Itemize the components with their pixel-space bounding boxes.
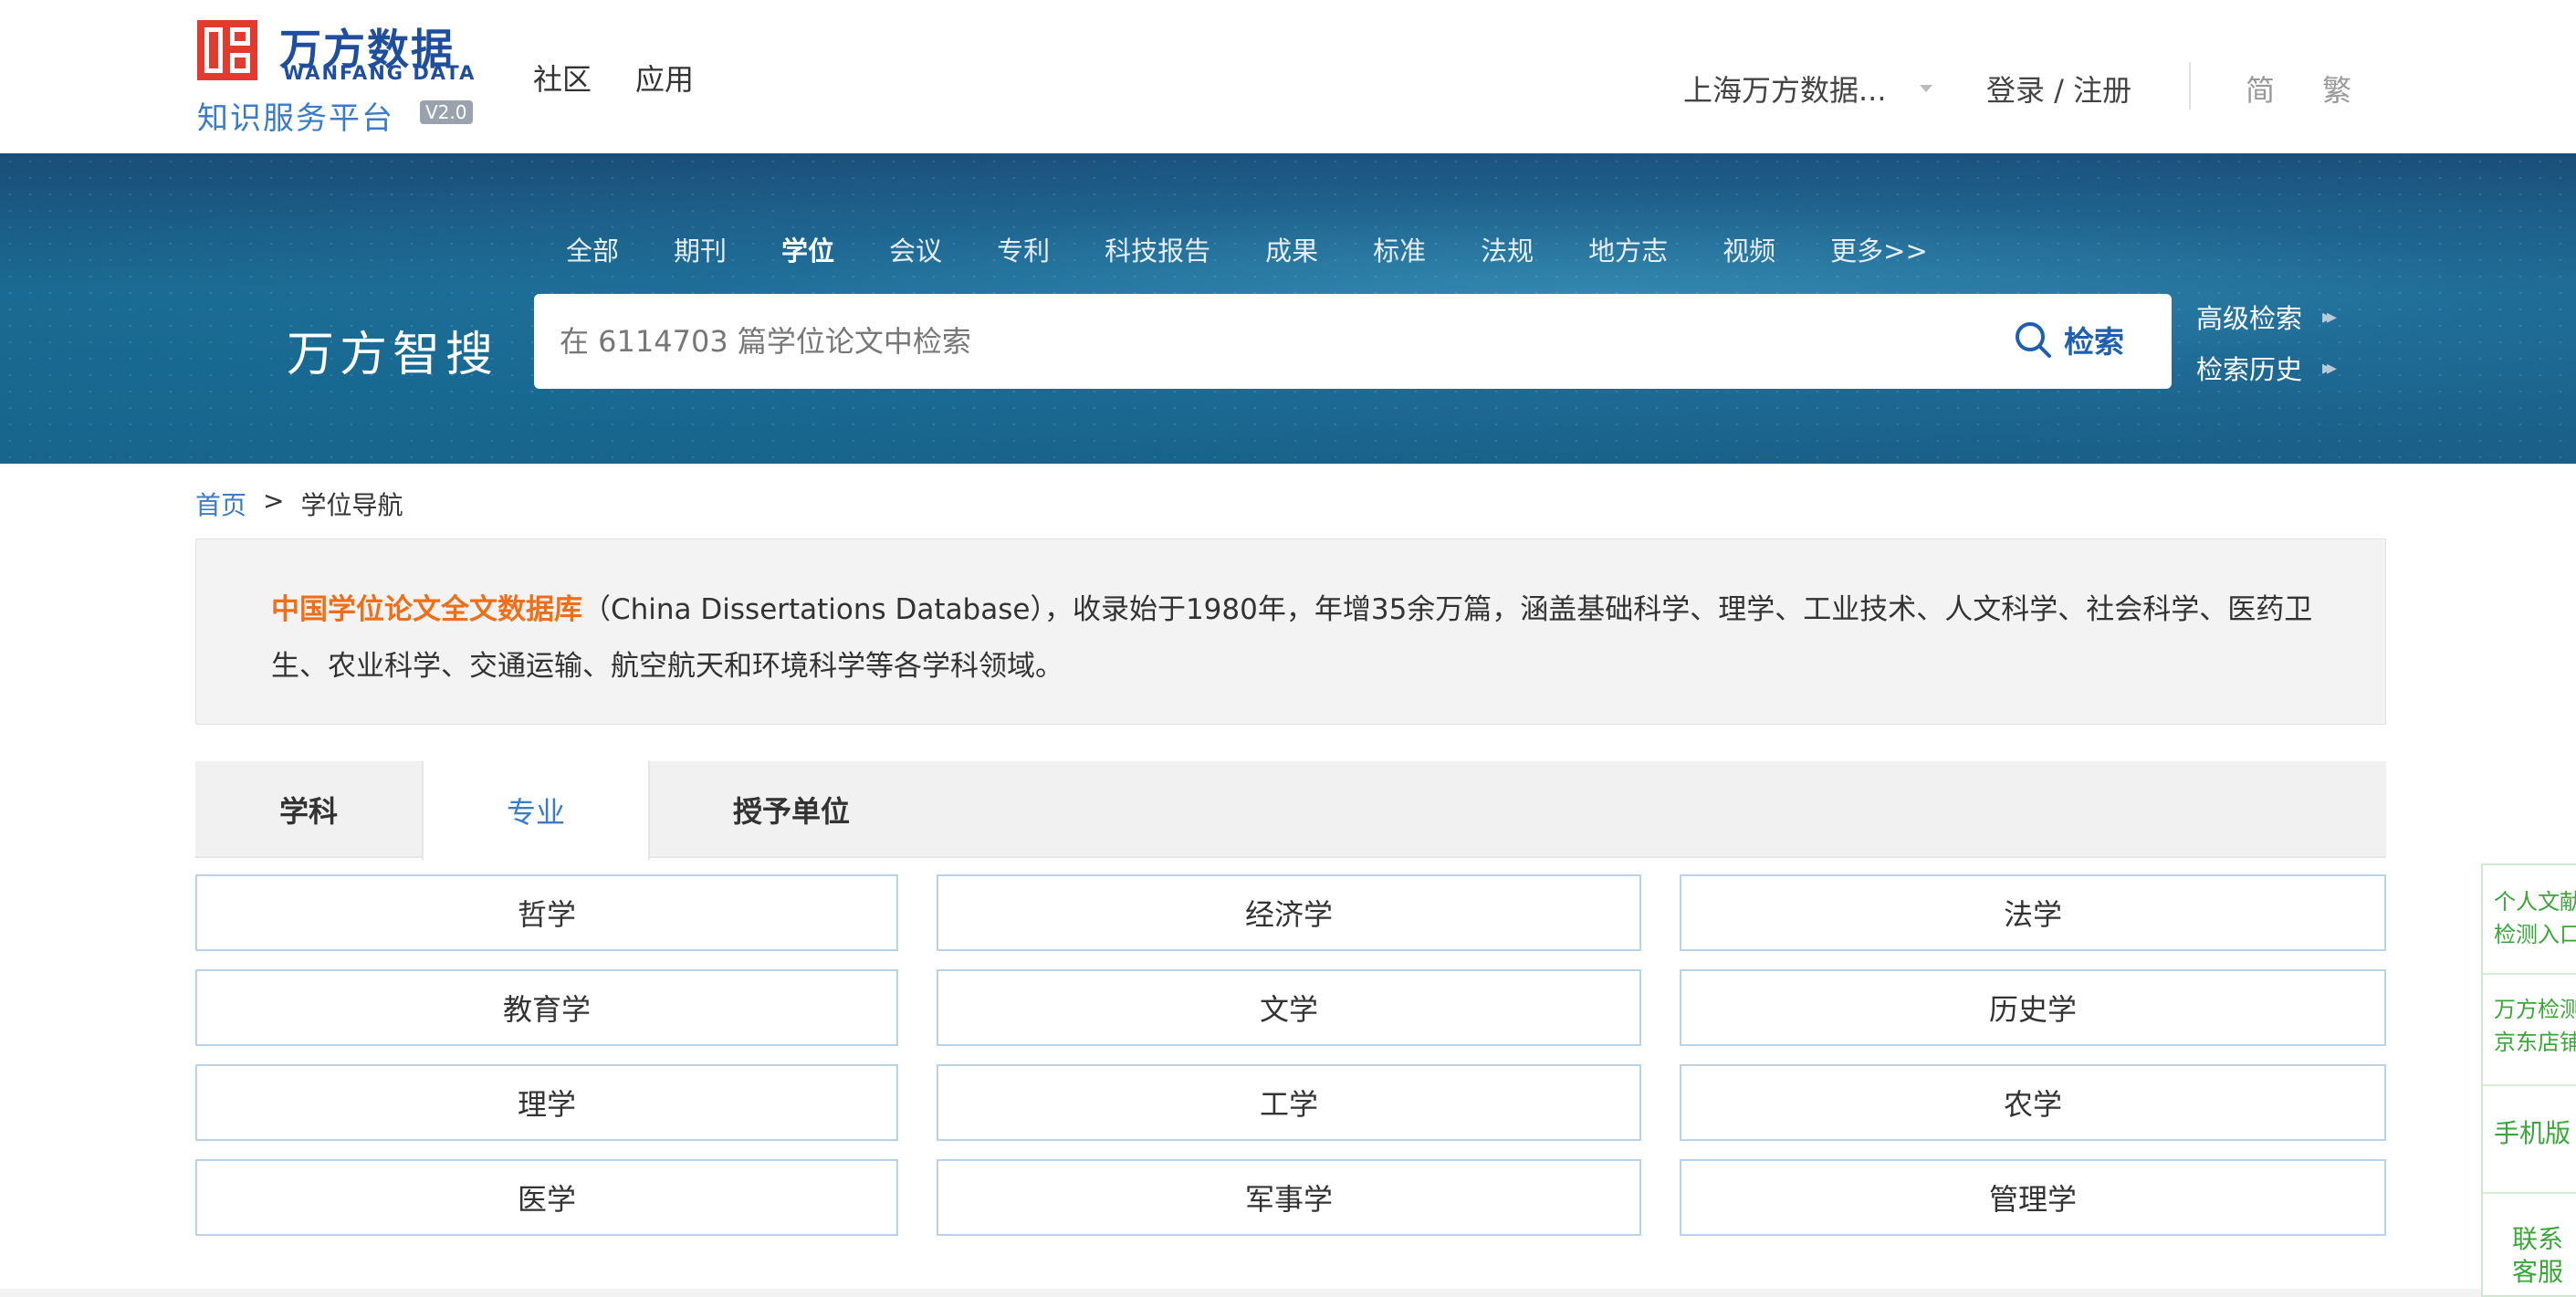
tab-degree-institution[interactable]: 授予单位 — [650, 761, 933, 858]
breadcrumb: 首页 > 学位导航 — [195, 486, 403, 522]
database-intro: 中国学位论文全文数据库（China Dissertations Database… — [195, 539, 2386, 725]
version-badge: V2.0 — [420, 100, 473, 124]
major-cell[interactable]: 理学 — [195, 1064, 898, 1141]
category-tab[interactable]: 专利 — [997, 230, 1050, 268]
mobile-version-link[interactable]: 手机版 — [2483, 1117, 2576, 1150]
major-cell[interactable]: 法学 — [1680, 874, 2386, 951]
search-history-link[interactable]: 检索历史 ▸▸ — [2196, 349, 2337, 387]
side-label: 客服 — [2512, 1257, 2564, 1287]
side-label: 万方检测 — [2494, 997, 2576, 1022]
logo-english-name: WANFANG DATA — [283, 62, 476, 84]
personal-detection-entry[interactable]: 个人文献 检测入口 — [2483, 885, 2576, 951]
category-tab-more[interactable]: 更多>> — [1830, 230, 1928, 268]
advanced-search-link[interactable]: 高级检索 ▸▸ — [2196, 298, 2337, 336]
category-tab[interactable]: 标准 — [1373, 230, 1426, 268]
caret-down-icon — [1919, 85, 1932, 92]
major-cell[interactable]: 军事学 — [937, 1159, 1641, 1236]
category-tab[interactable]: 视频 — [1723, 230, 1775, 268]
tab-discipline[interactable]: 学科 — [195, 761, 422, 858]
major-cell[interactable]: 教育学 — [195, 969, 898, 1046]
category-tab[interactable]: 全部 — [566, 230, 619, 268]
institution-name: 上海万方数据... — [1683, 73, 1887, 108]
major-cell[interactable]: 农学 — [1680, 1064, 2386, 1141]
category-tab-active[interactable]: 学位 — [781, 230, 834, 268]
lang-simplified-button[interactable]: 简 — [2246, 68, 2275, 110]
search-input[interactable] — [560, 316, 1929, 367]
side-label: 检测入口 — [2494, 922, 2576, 947]
search-brand-label: 万方智搜 — [287, 328, 499, 382]
logo-platform-name: 知识服务平台 — [197, 100, 394, 137]
contact-support-link[interactable]: 联系 客服 — [2483, 1223, 2576, 1289]
jd-store-link[interactable]: 万方检测 京东店铺 — [2483, 993, 2576, 1059]
category-tab[interactable]: 科技报告 — [1105, 230, 1210, 268]
category-tab[interactable]: 会议 — [889, 230, 942, 268]
major-cell[interactable]: 哲学 — [195, 874, 898, 951]
navigation-tabs: 学科 专业 授予单位 — [195, 761, 2386, 860]
login-register-link[interactable]: 登录 / 注册 — [1986, 68, 2131, 110]
page-bottom-strip — [0, 1289, 2481, 1297]
institution-selector[interactable]: 上海万方数据... — [1683, 68, 1932, 110]
major-cell[interactable]: 历史学 — [1680, 969, 2386, 1046]
side-label: 联系 — [2512, 1224, 2564, 1254]
wanfang-logo-mark-icon — [197, 20, 257, 80]
breadcrumb-home-link[interactable]: 首页 — [195, 486, 246, 522]
language-switch: 简 繁 — [2246, 68, 2351, 110]
major-cell[interactable]: 文学 — [937, 969, 1641, 1046]
side-label: 个人文献 — [2494, 889, 2576, 915]
site-header: 万方数据 WANFANG DATA 知识服务平台 V2.0 社区 应用 上海万方… — [0, 0, 2576, 153]
side-label: 京东店铺 — [2494, 1030, 2576, 1055]
double-chevron-right-icon: ▸▸ — [2322, 356, 2337, 380]
side-divider — [2483, 1084, 2576, 1086]
double-chevron-right-icon: ▸▸ — [2322, 305, 2337, 329]
category-tab[interactable]: 法规 — [1481, 230, 1534, 268]
intro-text-block: 中国学位论文全文数据库（China Dissertations Database… — [271, 581, 2334, 695]
major-cell[interactable]: 工学 — [937, 1064, 1641, 1141]
search-icon — [2016, 322, 2051, 358]
header-divider — [2189, 62, 2191, 110]
database-name-highlight: 中国学位论文全文数据库 — [271, 593, 582, 626]
breadcrumb-separator: > — [263, 486, 285, 516]
side-divider — [2483, 1192, 2576, 1194]
breadcrumb-current: 学位导航 — [300, 490, 403, 520]
search-history-label: 检索历史 — [2196, 354, 2303, 385]
nav-apps[interactable]: 应用 — [635, 57, 694, 99]
advanced-search-label: 高级检索 — [2196, 303, 2303, 334]
side-divider — [2483, 973, 2576, 975]
major-cell[interactable]: 医学 — [195, 1159, 898, 1236]
nav-community[interactable]: 社区 — [533, 57, 592, 99]
search-button-label: 检索 — [2064, 324, 2124, 360]
resource-category-tabs: 全部 期刊 学位 会议 专利 科技报告 成果 标准 法规 地方志 视频 更多>> — [566, 230, 1983, 268]
search-box: 检索 — [534, 294, 2172, 389]
top-nav: 社区 应用 — [533, 57, 694, 99]
category-tab[interactable]: 地方志 — [1588, 230, 1668, 268]
wanfang-logo[interactable]: 万方数据 WANFANG DATA 知识服务平台 V2.0 — [195, 16, 487, 137]
search-links: 高级检索 ▸▸ 检索历史 ▸▸ — [2196, 298, 2337, 400]
tab-major[interactable]: 专业 — [422, 761, 650, 860]
search-banner: 全部 期刊 学位 会议 专利 科技报告 成果 标准 法规 地方志 视频 更多>>… — [0, 153, 2576, 464]
lang-traditional-button[interactable]: 繁 — [2322, 68, 2351, 110]
major-cell[interactable]: 经济学 — [937, 874, 1641, 951]
search-button[interactable]: 检索 — [2013, 318, 2124, 361]
major-cell[interactable]: 管理学 — [1680, 1159, 2386, 1236]
side-float-panel: 个人文献 检测入口 万方检测 京东店铺 手机版 联系 客服 — [2481, 863, 2576, 1297]
category-tab[interactable]: 期刊 — [674, 230, 727, 268]
category-tab[interactable]: 成果 — [1265, 230, 1318, 268]
